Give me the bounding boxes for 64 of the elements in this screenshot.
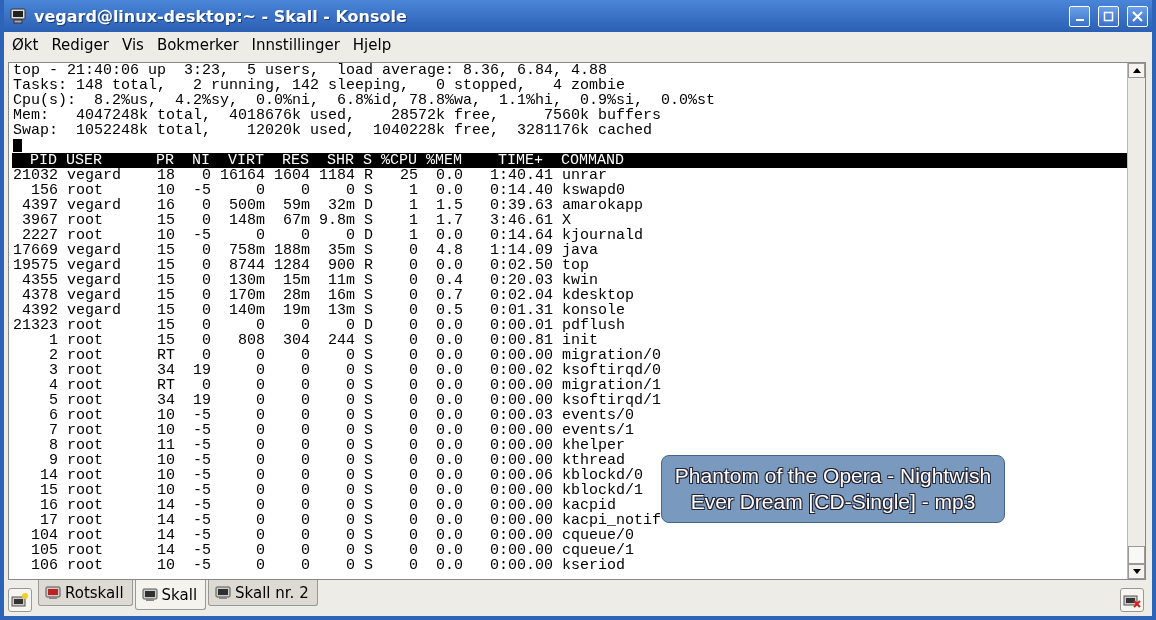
minimize-button[interactable] [1069,5,1090,27]
scrollbar-thumb[interactable] [1128,546,1145,564]
terminal-icon [45,585,61,600]
window-title: vegard@linux-desktop:~ - Skall - Konsole [34,6,408,26]
process-line: 19575 vegard 15 0 8744 1284 900 R 0 0.0 0:02.50 top [13,258,590,273]
terminal-line: Tasks: 148 total, 2 running, 142 sleeping, 0 stopped, 4 zombie [13,78,626,93]
process-line: 104 root 14 -5 0 0 0 S 0 0.0 0:00.00 cqueue/0 [30,528,635,543]
process-line: 9 root 10 -5 0 0 0 S 0 0.0 0:00.00 kthread [48,453,626,468]
up-arrow-icon [1132,68,1141,73]
process-line: 4 root RT 0 0 0 0 S 0 0.0 0:00.00 migration/1 [48,378,662,393]
terminal-line: Cpu(s): 8.2%us, 4.2%sy, 0.0%ni, 6.8%id, 78.8%wa, 1.1%hi, 0.9%si, 0.0%st [13,93,716,108]
process-line: 3 root 34 19 0 0 0 S 0 0.0 0:00.02 ksoftirqd/0 [48,363,662,378]
terminal-line: Swap: 1052248k total, 12020k used, 1040228k free, 3281176k cached [13,123,653,138]
menu-item[interactable]: Rediger [45,34,116,56]
minimize-icon [1075,18,1084,21]
process-line: 1 root 15 0 808 304 244 S 0 0.0 0:00.81 init [48,333,599,348]
process-line: 17669 vegard 15 0 758m 188m 35m S 0 4.8 1:14.09 java [13,243,599,258]
process-line: 105 root 14 -5 0 0 0 S 0 0.0 0:00.00 cqueue/1 [30,543,635,558]
terminal-line: top - 21:40:06 up 3:23, 5 users, load average: 8.36, 6.84, 4.88 [13,63,608,78]
process-line: 2 root RT 0 0 0 0 S 0 0.0 0:00.00 migration/0 [48,348,662,363]
menu-item[interactable]: Økt [6,34,46,56]
terminal-icon [215,585,232,600]
process-line: 4397 vegard 16 0 500m 59m 32m D 1 1.5 0:39.63 amarokapp [21,198,644,213]
notification-text: Ever Dream [CD-Single] - mp3 [690,490,976,514]
down-arrow-icon [1132,569,1141,574]
maximize-icon [1103,10,1114,22]
session-tab[interactable]: Skall nr. 2 [208,580,318,606]
process-line: 4355 vegard 15 0 130m 15m 11m S 0 0.4 0:20.03 kwin [21,273,599,288]
terminal-icon [11,592,29,608]
session-tab[interactable]: Skall [134,580,207,610]
process-line: 4392 vegard 15 0 140m 19m 13m S 0 0.5 0:01.31 konsole [21,303,626,318]
process-line: 6 root 10 -5 0 0 0 S 0 0.0 0:00.03 events/0 [48,408,635,423]
scroll-up-button[interactable] [1128,63,1145,78]
close-session-button[interactable] [1120,588,1144,612]
new-session-button[interactable] [8,588,32,612]
terminal-icon [141,587,158,602]
process-line: 15 root 10 -5 0 0 0 S 0 0.0 0:00.00 kblockd/1 [39,483,644,498]
scroll-down-button[interactable] [1128,564,1145,579]
process-line: 3967 root 15 0 148m 67m 9.8m S 1 1.7 3:46.61 X [21,213,572,228]
text-cursor [13,139,22,152]
process-line: 7 root 10 -5 0 0 0 S 0 0.0 0:00.00 events/1 [48,423,635,438]
maximize-button[interactable] [1098,5,1119,27]
menu-item[interactable]: Bokmerker [150,34,246,56]
terminal-line: Mem: 4047248k total, 4018676k used, 28572k free, 7560k buffers [13,108,662,123]
notification-text: Phantom of the Opera - Nightwish [674,464,992,488]
process-line: 17 root 14 -5 0 0 0 S 0 0.0 0:00.00 kacpi_notif [39,513,662,528]
process-line: 16 root 14 -5 0 0 0 S 0 0.0 0:00.00 kacpid [39,498,617,513]
menu-item[interactable]: Innstillinger [245,34,347,56]
menu-item[interactable]: Hjelp [346,34,399,56]
process-line: 4378 vegard 15 0 170m 28m 16m S 0 0.7 0:02.04 kdesktop [21,288,635,303]
terminal-icon [1123,592,1141,608]
process-line: 8 root 11 -5 0 0 0 S 0 0.0 0:00.00 khelper [48,438,626,453]
process-line: 21323 root 15 0 0 0 0 D 0 0.0 0:00.01 pdflush [13,318,626,333]
process-line: 14 root 10 -5 0 0 0 S 0 0.0 0:00.06 kblockd/0 [39,468,644,483]
monitor-icon [10,8,26,24]
process-line: 2227 root 10 -5 0 0 0 D 1 0.0 0:14.64 kjournald [21,228,644,243]
menu-item[interactable]: Vis [115,34,151,56]
process-line: 5 root 34 19 0 0 0 S 0 0.0 0:00.00 ksoftirqd/1 [48,393,662,408]
close-button[interactable] [1127,5,1148,27]
process-line: 21032 vegard 18 0 16164 1604 1184 R 25 0.0 1:40.41 unrar [13,168,608,183]
process-line: 156 root 10 -5 0 0 0 S 1 0.0 0:14.40 kswapd0 [30,183,626,198]
process-line: 106 root 10 -5 0 0 0 S 0 0.0 0:00.00 kseriod [30,558,626,573]
session-tab[interactable]: Rotskall [38,580,133,606]
close-icon [1132,10,1143,22]
